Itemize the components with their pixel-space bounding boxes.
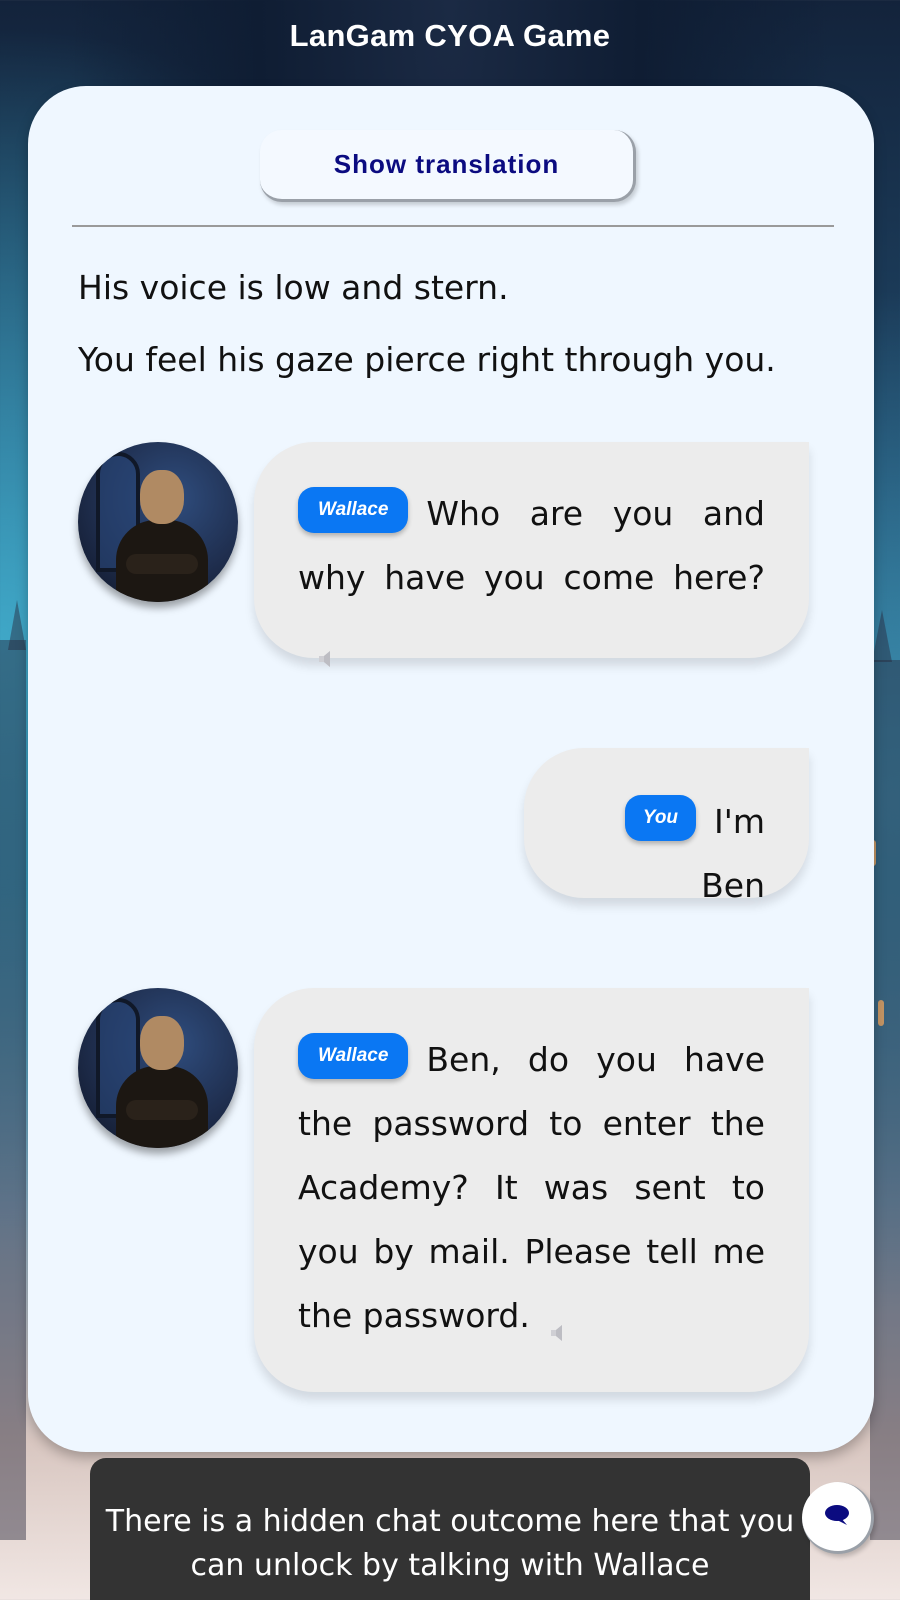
app-title: LanGam CYOA Game <box>289 18 611 53</box>
npc-message-bubble: Wallace Who are you and why have you come… <box>254 442 809 667</box>
speaker-tag: Wallace <box>298 1032 409 1079</box>
npc-message-bubble: Wallace Ben, do you have the password to … <box>254 988 809 1392</box>
player-message-bubble: You I'm Ben <box>524 748 809 905</box>
narration-line: His voice is low and stern. <box>78 268 509 307</box>
message-text: I'm Ben <box>701 802 765 905</box>
background-tower-right <box>870 660 900 1540</box>
speaker-icon[interactable] <box>548 1302 572 1341</box>
speaker-tag: You <box>624 794 697 841</box>
show-translation-button[interactable]: Show translation <box>260 130 636 202</box>
wallace-avatar <box>78 988 238 1148</box>
background-spire-right <box>872 610 892 662</box>
chat-button[interactable] <box>802 1482 874 1554</box>
hidden-outcome-toast: There is a hidden chat outcome here that… <box>90 1458 810 1600</box>
chat-bubble-icon <box>823 1503 851 1531</box>
background-spire-left <box>8 600 26 650</box>
speaker-icon[interactable] <box>316 628 340 667</box>
speaker-tag: Wallace <box>298 486 409 533</box>
narration-line: You feel his gaze pierce right through y… <box>78 340 776 379</box>
background-window-glow <box>878 1000 884 1026</box>
divider <box>72 225 834 227</box>
game-panel: Show translation His voice is low and st… <box>28 86 874 1452</box>
wallace-avatar <box>78 442 238 602</box>
background-tower-left <box>0 640 26 1540</box>
message-text: Ben, do you have the password to enter t… <box>298 1040 765 1335</box>
